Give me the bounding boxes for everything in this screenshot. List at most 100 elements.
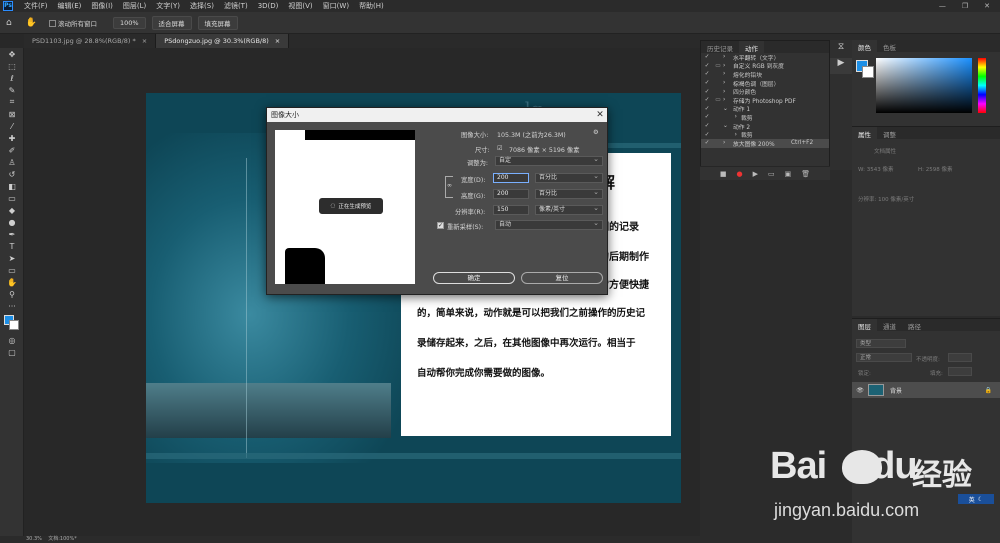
opacity-field[interactable] <box>948 353 972 362</box>
ime-indicator[interactable]: 英 ☾ <box>958 494 994 504</box>
menu-3d[interactable]: 3D(D) <box>253 2 284 10</box>
tab-properties[interactable]: 属性 <box>852 127 877 139</box>
layer-name[interactable]: 背景 <box>890 386 902 395</box>
quick-mask-icon[interactable]: ◎ <box>0 334 24 346</box>
new-set-icon[interactable]: ▭ <box>768 170 775 178</box>
gradient-tool-icon[interactable]: ▭ <box>0 192 24 204</box>
quick-select-tool-icon[interactable]: ✎ <box>0 84 24 96</box>
height-input[interactable]: 200 <box>493 189 529 199</box>
background-color-swatch[interactable] <box>862 66 874 78</box>
blend-mode-select[interactable]: 正常 <box>856 353 912 362</box>
shape-tool-icon[interactable]: ▭ <box>0 264 24 276</box>
height-unit-select[interactable]: 百分比 <box>535 188 603 199</box>
dodge-tool-icon[interactable]: ● <box>0 216 24 228</box>
fill-screen-button[interactable]: 填充屏幕 <box>197 15 238 30</box>
pen-tool-icon[interactable]: ✒ <box>0 228 24 240</box>
tab-layers[interactable]: 图层 <box>852 319 877 331</box>
action-item[interactable]: ✓ › 裁剪 <box>701 130 829 140</box>
gear-icon[interactable]: ⚙ <box>593 129 599 136</box>
menu-window[interactable]: 窗口(W) <box>318 1 354 11</box>
tab-adjustments[interactable]: 调整 <box>877 127 902 139</box>
resolution-input[interactable]: 150 <box>493 205 529 215</box>
zoom-tool-icon[interactable]: ⚲ <box>0 288 24 300</box>
maximize-button[interactable]: ❐ <box>962 2 968 10</box>
action-item[interactable]: ✓ › 熔化的铅块 <box>701 70 829 79</box>
tab-psdongzuo[interactable]: PSdongzuo.jpg @ 30.3%(RGB/8) × <box>156 34 290 48</box>
new-action-icon[interactable]: ▣ <box>785 170 792 178</box>
history-brush-tool-icon[interactable]: ↺ <box>0 168 24 180</box>
path-select-tool-icon[interactable]: ➤ <box>0 252 24 264</box>
menu-help[interactable]: 帮助(H) <box>354 1 389 11</box>
record-icon[interactable]: ● <box>736 170 742 178</box>
tab-channels[interactable]: 通道 <box>877 319 902 331</box>
close-icon[interactable]: × <box>275 37 280 45</box>
action-item[interactable]: ✓ › 棕褐色调（图层） <box>701 79 829 88</box>
resample-checkbox[interactable]: ✓ <box>437 222 444 229</box>
close-window-button[interactable]: ✕ <box>984 2 990 10</box>
resolution-unit-select[interactable]: 像素/英寸 <box>535 204 603 215</box>
action-item[interactable]: ✓ ⌄ 动作 1 <box>701 105 829 114</box>
menu-type[interactable]: 文字(Y) <box>151 1 185 11</box>
minimize-button[interactable]: — <box>939 2 946 10</box>
play-icon[interactable]: ▶ <box>753 170 758 178</box>
link-icon[interactable]: ∞ <box>447 182 452 189</box>
close-icon[interactable]: × <box>142 37 147 45</box>
reset-button[interactable]: 复位 <box>521 272 603 284</box>
tab-actions[interactable]: 动作 <box>739 41 764 53</box>
action-item[interactable]: ✓ › 裁剪 <box>701 113 829 122</box>
action-item[interactable]: ✓ › 水平翻转（文字） <box>701 53 829 62</box>
fit-to-select[interactable]: 自定 <box>495 155 603 166</box>
fill-field[interactable] <box>948 367 972 376</box>
type-tool-icon[interactable]: T <box>0 240 24 252</box>
frame-tool-icon[interactable]: ⊠ <box>0 108 24 120</box>
menu-select[interactable]: 选择(S) <box>185 1 219 11</box>
color-swatch-icon[interactable] <box>0 312 24 334</box>
healing-tool-icon[interactable]: ✚ <box>0 132 24 144</box>
fit-screen-button[interactable]: 适合屏幕 <box>151 15 192 30</box>
tab-psd1103[interactable]: PSD1103.jpg @ 28.8%(RGB/8) * × <box>24 34 157 48</box>
eraser-tool-icon[interactable]: ◧ <box>0 180 24 192</box>
dimensions-check-icon[interactable]: ☑ <box>497 145 503 152</box>
hue-slider[interactable] <box>978 58 986 113</box>
action-item[interactable]: ✓ ▭ › 自定义 RGB 到灰度 <box>701 62 829 71</box>
eyedropper-tool-icon[interactable]: ⁄ <box>0 120 24 132</box>
home-icon[interactable]: ⌂ <box>6 18 12 28</box>
menu-file[interactable]: 文件(F) <box>19 1 53 11</box>
hand-tool-icon[interactable]: ✋ <box>26 18 37 28</box>
action-item-selected[interactable]: ✓ › 放大图像 200% Ctrl+F2 <box>701 138 829 148</box>
tab-history[interactable]: 历史记录 <box>701 41 739 53</box>
menu-layer[interactable]: 图层(L) <box>118 1 151 11</box>
crop-tool-icon[interactable]: ⌗ <box>0 96 24 108</box>
menu-image[interactable]: 图像(I) <box>86 1 118 11</box>
action-item[interactable]: ✓ ▭ › 存储为 Photoshop PDF <box>701 96 829 105</box>
eye-icon[interactable]: 👁 <box>852 387 868 394</box>
tab-paths[interactable]: 路径 <box>902 319 927 331</box>
stamp-tool-icon[interactable]: ♙ <box>0 156 24 168</box>
width-input[interactable]: 200 <box>493 173 529 183</box>
play-panel-icon[interactable]: ▶ <box>830 58 852 74</box>
stop-icon[interactable]: ■ <box>720 170 727 178</box>
menu-edit[interactable]: 编辑(E) <box>53 1 87 11</box>
tab-swatches[interactable]: 色板 <box>877 40 902 52</box>
menu-view[interactable]: 视图(V) <box>283 1 317 11</box>
move-tool-icon[interactable]: ✥ <box>0 48 24 60</box>
layer-row-background[interactable]: 👁 背景 🔒 <box>852 382 1000 398</box>
layer-kind-filter[interactable]: 类型 <box>856 339 906 348</box>
preview-pane[interactable]: ◌ 正在生成预览 <box>275 130 415 284</box>
history-panel-icon[interactable]: ⧖ <box>830 42 852 58</box>
delete-icon[interactable]: 🗑 <box>801 170 810 178</box>
hand-tool-icon[interactable]: ✋ <box>0 276 24 288</box>
action-item[interactable]: ✓ › 四分颜色 <box>701 87 829 97</box>
tab-color[interactable]: 颜色 <box>852 40 877 52</box>
scroll-all-checkbox[interactable]: 滚动所有窗口 <box>48 18 97 28</box>
color-field[interactable] <box>876 58 972 113</box>
blur-tool-icon[interactable]: ◆ <box>0 204 24 216</box>
action-item[interactable]: ✓ ⌄ 动作 2 <box>701 122 829 131</box>
screen-mode-icon[interactable]: ▢ <box>0 346 24 358</box>
lasso-tool-icon[interactable]: ℓ <box>0 72 24 84</box>
width-unit-select[interactable]: 百分比 <box>535 172 603 183</box>
marquee-tool-icon[interactable]: ⬚ <box>0 60 24 72</box>
resample-select[interactable]: 自动 <box>495 219 603 230</box>
more-tools-icon[interactable]: ··· <box>0 300 24 312</box>
ok-button[interactable]: 确定 <box>433 272 515 284</box>
